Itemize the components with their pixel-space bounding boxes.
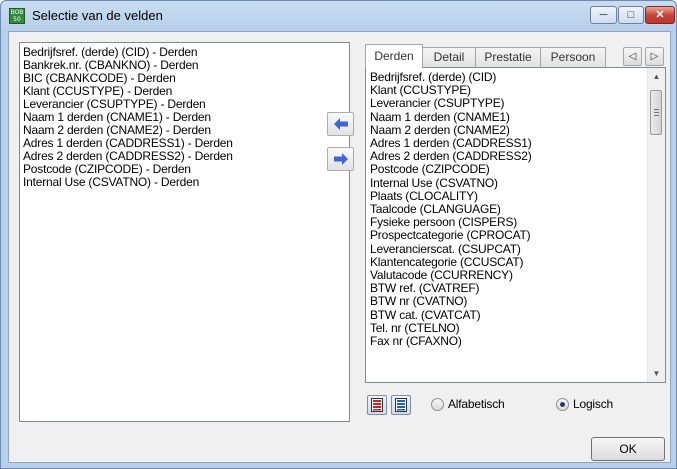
field-category-tabs: Derden Detail Prestatie Persoon ◁ ▷	[365, 44, 665, 68]
list-item[interactable]: Adres 1 derden (CADDRESS1)	[370, 137, 532, 150]
list-red-icon	[371, 398, 383, 412]
tab-derden[interactable]: Derden	[365, 44, 423, 68]
list-blue-icon	[395, 398, 407, 412]
list-item[interactable]: Fysieke persoon (CISPERS)	[370, 216, 517, 229]
logical-radio[interactable]	[556, 398, 569, 411]
remove-field-button[interactable]	[327, 147, 354, 171]
list-item[interactable]: Leverancier (CSUPTYPE)	[370, 97, 505, 110]
scroll-up-icon[interactable]: ▲	[648, 68, 665, 85]
list-item[interactable]: Internal Use (CSVATNO)	[370, 176, 498, 190]
tab-scroll-right-icon[interactable]: ▷	[645, 47, 664, 66]
list-item[interactable]: Bedrijfsref. (derde) (CID)	[370, 71, 496, 84]
logical-label: Logisch	[573, 397, 613, 411]
list-item[interactable]: Klantencategorie (CCUSCAT)	[370, 255, 524, 269]
tab-scroll-left-icon[interactable]: ◁	[623, 47, 642, 66]
list-item[interactable]: Valutacode (CCURRENCY)	[370, 269, 513, 282]
ok-button[interactable]: OK	[591, 437, 665, 461]
alphabetical-label: Alfabetisch	[448, 397, 505, 411]
scroll-thumb[interactable]	[650, 90, 662, 135]
list-item[interactable]: Adres 2 derden (CADDRESS2)	[370, 150, 532, 163]
arrow-right-icon	[334, 153, 348, 165]
available-fields-list[interactable]: Bedrijfsref. (derde) (CID) Klant (CCUSTYP…	[365, 67, 666, 383]
list-item[interactable]: Taalcode (CLANGUAGE)	[370, 203, 501, 216]
arrow-left-icon	[334, 118, 348, 130]
dialog-body: Bedrijfsref. (derde) (CID) - Derden Bankr…	[8, 31, 671, 463]
minimize-button[interactable]: ─	[590, 6, 617, 24]
add-field-button[interactable]	[327, 112, 354, 136]
selected-fields-list[interactable]: Bedrijfsref. (derde) (CID) - Derden Bankr…	[19, 42, 350, 422]
list-item[interactable]: BTW nr (CVATNO)	[370, 295, 467, 308]
list-item[interactable]: Klant (CCUSTYPE)	[370, 84, 471, 97]
list-item[interactable]: Plaats (CLOCALITY)	[370, 189, 478, 203]
select-all-button[interactable]	[367, 395, 387, 415]
list-item[interactable]: Postcode (CZIPCODE)	[370, 163, 490, 176]
tab-detail[interactable]: Detail	[422, 47, 476, 67]
list-item[interactable]: Naam 1 derden (CNAME1)	[370, 110, 510, 124]
title-bar[interactable]: BOB 50 Selectie van de velden ─ □ ✕	[1, 1, 676, 31]
maximize-button[interactable]: □	[618, 6, 644, 24]
list-item[interactable]: Fax nr (CFAXNO)	[370, 335, 462, 348]
list-item[interactable]: BTW cat. (CVATCAT)	[370, 308, 481, 322]
scroll-down-icon[interactable]: ▼	[648, 365, 665, 382]
window-title: Selectie van de velden	[32, 8, 163, 23]
list-item[interactable]: Naam 2 derden (CNAME2)	[370, 123, 510, 137]
alphabetical-radio[interactable]	[431, 398, 444, 411]
app-icon: BOB 50	[9, 8, 25, 24]
list-item[interactable]: Prospectcategorie (CPROCAT)	[370, 229, 531, 242]
list-item[interactable]: Leverancierscat. (CSUPCAT)	[370, 242, 521, 256]
tab-persoon[interactable]: Persoon	[540, 47, 606, 67]
vertical-scrollbar[interactable]: ▲ ▼	[647, 68, 665, 382]
dialog-window: BOB 50 Selectie van de velden ─ □ ✕ Bedr…	[0, 0, 677, 469]
list-item[interactable]: BTW ref. (CVATREF)	[370, 282, 479, 295]
list-item[interactable]: Internal Use (CSVATNO) - Derden	[23, 176, 199, 189]
close-button[interactable]: ✕	[645, 6, 675, 24]
tab-prestatie[interactable]: Prestatie	[475, 47, 541, 67]
list-item[interactable]: Tel. nr (CTELNO)	[370, 321, 460, 335]
deselect-all-button[interactable]	[391, 395, 411, 415]
